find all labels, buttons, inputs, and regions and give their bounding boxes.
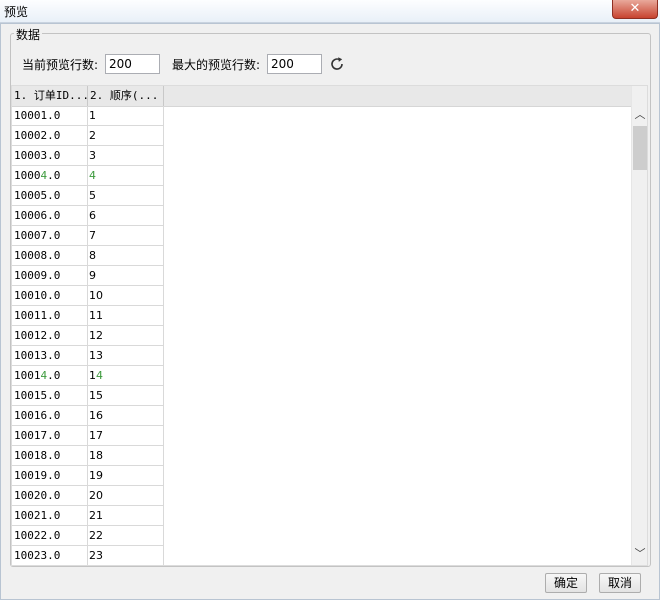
- cell-order-id: 10019.0: [12, 466, 88, 486]
- refresh-icon[interactable]: [328, 55, 346, 73]
- cell-sequence: 23: [88, 546, 164, 565]
- table-row[interactable]: 10005.0 5: [12, 186, 164, 206]
- cell-order-id: 10006.0: [12, 206, 88, 226]
- cell-sequence: 20: [88, 486, 164, 506]
- table-row[interactable]: 10014.0 14: [12, 366, 164, 386]
- table-row[interactable]: 10002.0 2: [12, 126, 164, 146]
- cell-order-id: 10017.0: [12, 426, 88, 446]
- current-rows-label: 当前预览行数:: [22, 58, 99, 72]
- cell-sequence: 9: [88, 266, 164, 286]
- ok-button[interactable]: 确定: [545, 573, 587, 593]
- cell-sequence: 13: [88, 346, 164, 366]
- table-row[interactable]: 10021.0 21: [12, 506, 164, 526]
- table-row[interactable]: 10018.0 18: [12, 446, 164, 466]
- cell-order-id: 10015.0: [12, 386, 88, 406]
- table-row[interactable]: 10004.0 4: [12, 166, 164, 186]
- cell-order-id: 10023.0: [12, 546, 88, 565]
- close-button[interactable]: ✕: [612, 0, 658, 19]
- cell-order-id: 10022.0: [12, 526, 88, 546]
- cell-order-id: 10016.0: [12, 406, 88, 426]
- table-row[interactable]: 10020.0 20: [12, 486, 164, 506]
- table-header: 1. 订单ID... 2. 顺序(...: [12, 86, 631, 107]
- vertical-scrollbar[interactable]: ︿ ﹀: [631, 86, 647, 565]
- cell-sequence: 3: [88, 146, 164, 166]
- table-row[interactable]: 10003.0 3: [12, 146, 164, 166]
- cell-sequence: 21: [88, 506, 164, 526]
- table-row[interactable]: 10006.0 6: [12, 206, 164, 226]
- cell-sequence: 1: [88, 106, 164, 126]
- title-bar: 预览 ✕: [0, 0, 660, 23]
- table-row[interactable]: 10008.0 8: [12, 246, 164, 266]
- cell-sequence: 15: [88, 386, 164, 406]
- cell-sequence: 14: [88, 366, 164, 386]
- table-row[interactable]: 10017.0 17: [12, 426, 164, 446]
- group-legend: 数据: [14, 26, 43, 43]
- table-row[interactable]: 10012.0 12: [12, 326, 164, 346]
- cell-order-id: 10001.0: [12, 106, 88, 126]
- max-rows-label: 最大的预览行数:: [172, 58, 261, 72]
- cell-sequence: 8: [88, 246, 164, 266]
- cell-order-id: 10007.0: [12, 226, 88, 246]
- table-row[interactable]: 10007.0 7: [12, 226, 164, 246]
- cell-sequence: 6: [88, 206, 164, 226]
- cell-order-id: 10021.0: [12, 506, 88, 526]
- cell-order-id: 10014.0: [12, 366, 88, 386]
- cell-order-id: 10003.0: [12, 146, 88, 166]
- cell-sequence: 18: [88, 446, 164, 466]
- cell-order-id: 10013.0: [12, 346, 88, 366]
- cell-sequence: 5: [88, 186, 164, 206]
- table-row[interactable]: 10019.0 19: [12, 466, 164, 486]
- table-row[interactable]: 10009.0 9: [12, 266, 164, 286]
- table-row[interactable]: 10023.0 23: [12, 546, 164, 565]
- cell-order-id: 10011.0: [12, 306, 88, 326]
- cell-order-id: 10008.0: [12, 246, 88, 266]
- cell-order-id: 10004.0: [12, 166, 88, 186]
- scrollbar-thumb[interactable]: [633, 126, 647, 170]
- cell-sequence: 11: [88, 306, 164, 326]
- cell-order-id: 10020.0: [12, 486, 88, 506]
- table-row[interactable]: 10022.0 22: [12, 526, 164, 546]
- cell-sequence: 2: [88, 126, 164, 146]
- cell-sequence: 19: [88, 466, 164, 486]
- cell-sequence: 17: [88, 426, 164, 446]
- table-row[interactable]: 10013.0 13: [12, 346, 164, 366]
- cell-order-id: 10002.0: [12, 126, 88, 146]
- cell-sequence: 7: [88, 226, 164, 246]
- cell-order-id: 10009.0: [12, 266, 88, 286]
- column-header-order-id[interactable]: 1. 订单ID...: [12, 86, 88, 106]
- table-row[interactable]: 10016.0 16: [12, 406, 164, 426]
- cell-sequence: 4: [88, 166, 164, 186]
- cell-order-id: 10010.0: [12, 286, 88, 306]
- table-row[interactable]: 10010.0 10: [12, 286, 164, 306]
- column-header-sequence[interactable]: 2. 顺序(...: [88, 86, 164, 106]
- table-body: 10001.0 1 10002.0 2 10003.0 3 10004.0 4 10005.0 5…: [12, 106, 164, 565]
- cell-order-id: 10018.0: [12, 446, 88, 466]
- cell-order-id: 10012.0: [12, 326, 88, 346]
- cell-sequence: 12: [88, 326, 164, 346]
- window-title: 预览: [4, 5, 29, 19]
- cancel-button[interactable]: 取消: [599, 573, 641, 593]
- max-rows-input[interactable]: [267, 54, 322, 74]
- cell-order-id: 10005.0: [12, 186, 88, 206]
- table-row[interactable]: 10015.0 15: [12, 386, 164, 406]
- table-row[interactable]: 10011.0 11: [12, 306, 164, 326]
- table-row[interactable]: 10001.0 1: [12, 106, 164, 126]
- cell-sequence: 16: [88, 406, 164, 426]
- scroll-down-icon[interactable]: ﹀: [632, 545, 647, 563]
- scroll-up-icon[interactable]: ︿: [632, 106, 647, 124]
- current-rows-input[interactable]: [105, 54, 160, 74]
- cell-sequence: 10: [88, 286, 164, 306]
- cell-sequence: 22: [88, 526, 164, 546]
- preview-table: 1. 订单ID... 2. 顺序(... 10001.0 1 10002.0 2 100…: [11, 85, 648, 566]
